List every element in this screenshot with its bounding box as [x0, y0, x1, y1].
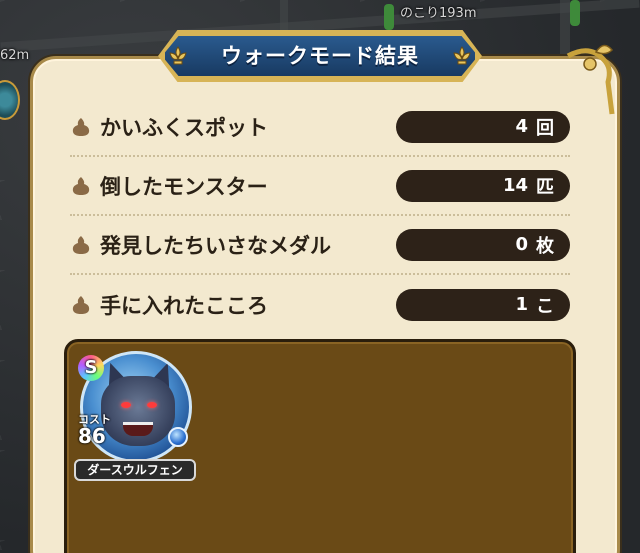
- result-label: 発見したちいさなメダル: [100, 233, 331, 258]
- result-value-pill: 14 匹: [396, 169, 570, 202]
- wolf-eye: [121, 402, 131, 408]
- side-distance-label: 62m: [0, 48, 30, 63]
- swirl-bullet-icon: [72, 176, 90, 195]
- map-tree-icon: [570, 0, 580, 26]
- result-unit: こ: [536, 295, 554, 317]
- result-value-pill: 0 枚: [396, 228, 570, 261]
- result-label: 手に入れたこころ: [100, 293, 268, 318]
- swirl-bullet-icon: [72, 295, 90, 314]
- result-value: 4: [515, 116, 528, 137]
- result-unit: 枚: [536, 235, 554, 257]
- monster-heart-card[interactable]: S コスト 86 ダースウルフェン: [74, 351, 204, 486]
- remaining-distance-label: のこり193m: [400, 6, 477, 21]
- result-row-defeated-monsters: 倒したモンスター 14 匹: [70, 157, 570, 216]
- result-value: 14: [502, 175, 528, 196]
- result-value-pill: 1 こ: [396, 288, 570, 321]
- result-label: 倒したモンスター: [100, 174, 268, 199]
- cost-value: 86: [78, 424, 106, 448]
- result-row-small-medals: 発見したちいさなメダル 0 枚: [70, 216, 570, 275]
- result-list: かいふくスポット 4 回 倒したモンスター 14 匹 発見したちいさなメダル 0…: [70, 98, 570, 334]
- result-label: かいふくスポット: [100, 115, 268, 140]
- title-plate: ウォークモード結果: [140, 30, 500, 82]
- swirl-bullet-icon: [72, 117, 90, 136]
- result-value: 1: [515, 294, 528, 315]
- result-value: 0: [515, 234, 528, 255]
- result-unit: 回: [536, 117, 554, 139]
- map-tree-icon: [384, 4, 394, 30]
- wolf-eye: [147, 402, 157, 408]
- wolf-mouth: [123, 422, 153, 436]
- panel-title: ウォークモード結果: [221, 44, 419, 68]
- result-row-obtained-hearts: 手に入れたこころ 1 こ: [70, 275, 570, 334]
- result-row-healing-spots: かいふくスポット 4 回: [70, 98, 570, 157]
- result-unit: 匹: [536, 176, 554, 198]
- swirl-bullet-icon: [72, 235, 90, 254]
- rank-badge: S: [78, 355, 104, 381]
- result-value-pill: 4 回: [396, 110, 570, 143]
- monster-name-label: ダースウルフェン: [74, 459, 196, 481]
- water-element-icon: [168, 427, 188, 447]
